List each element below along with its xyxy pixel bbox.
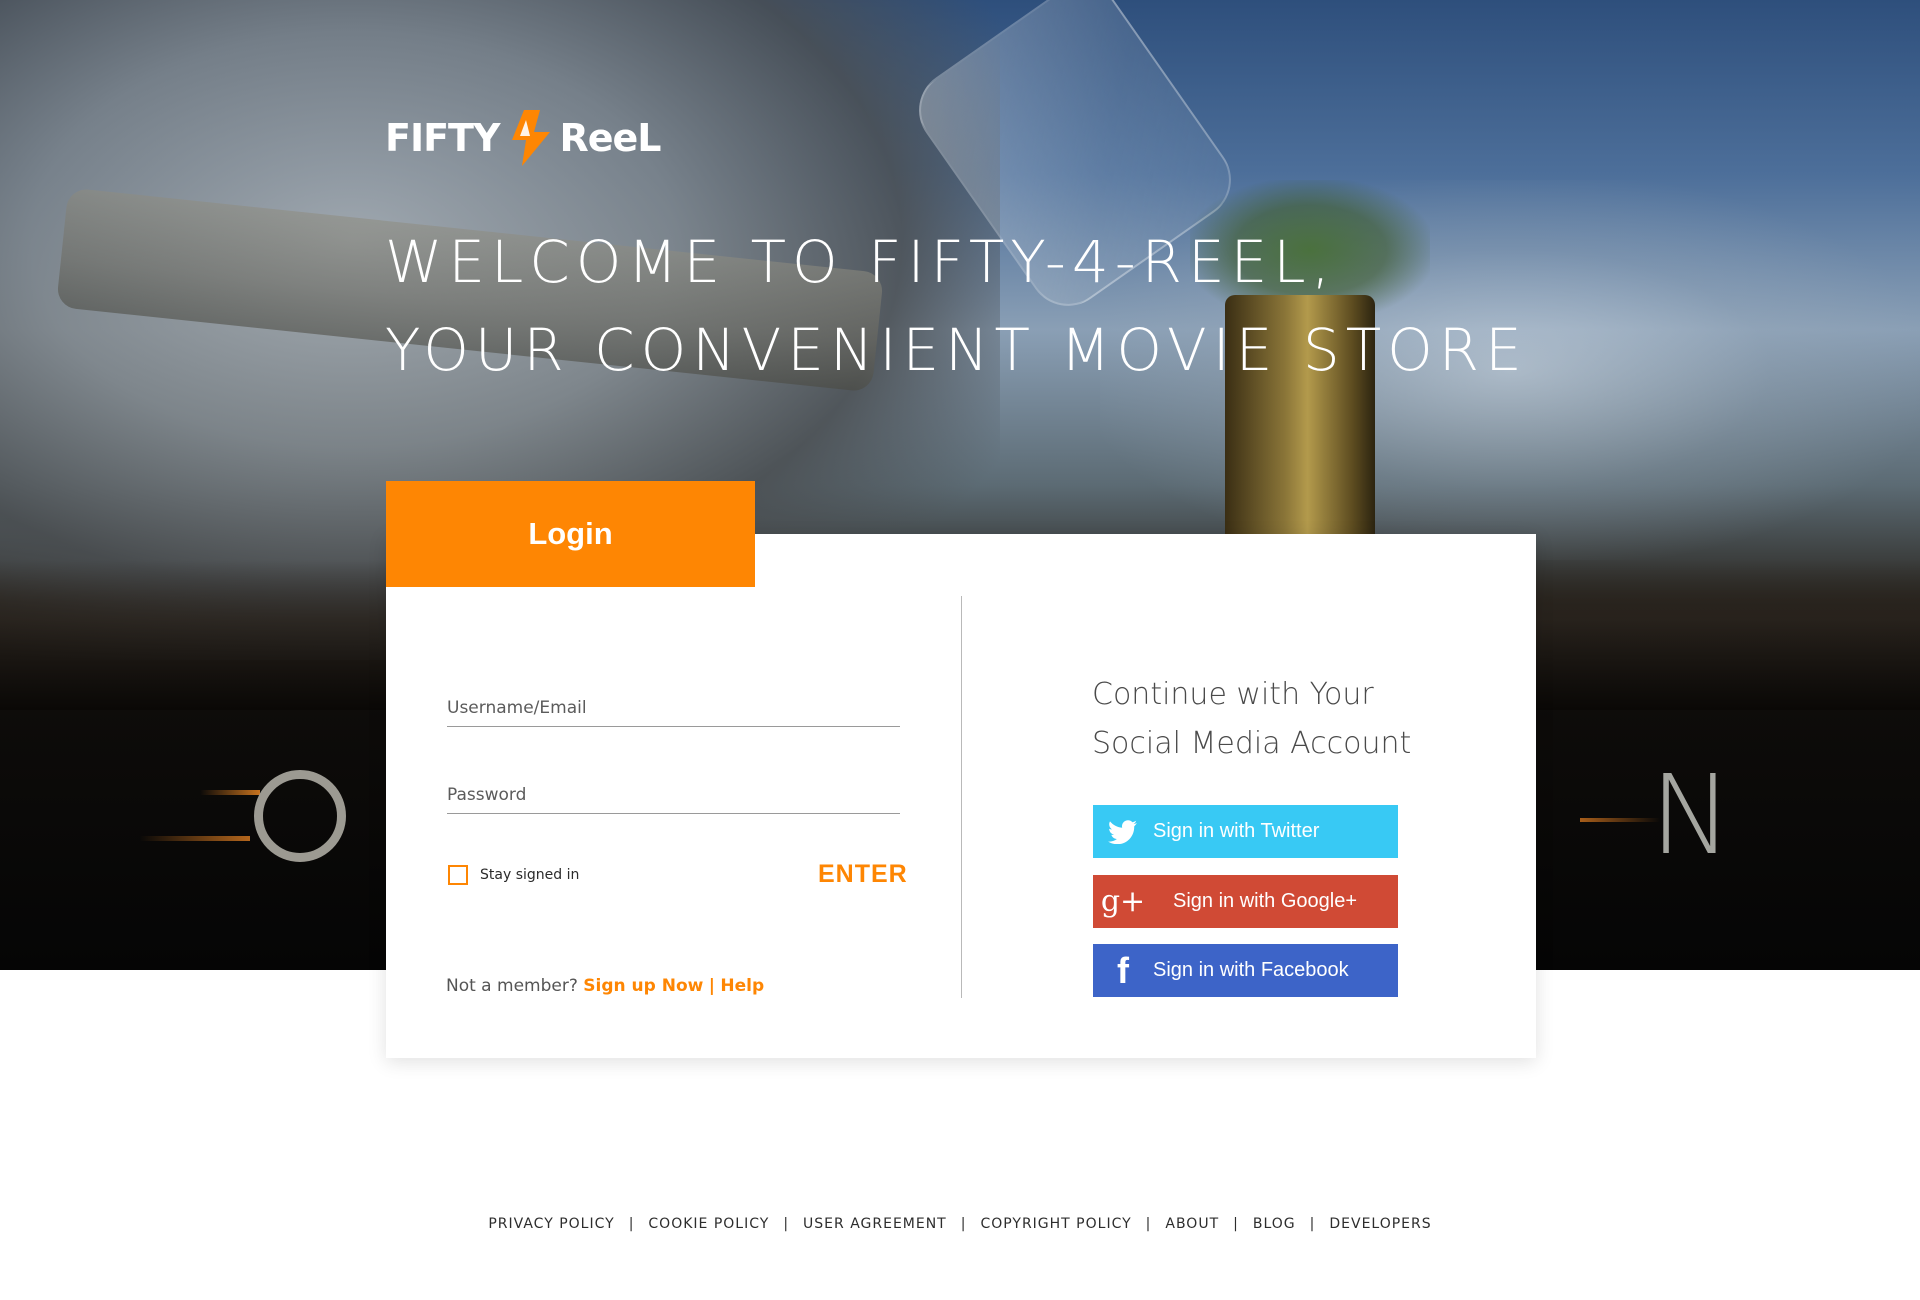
link-separator: |	[708, 976, 715, 996]
footer-link-cookie-policy[interactable]: COOKIE POLICY	[648, 1216, 769, 1232]
footer-separator: |	[628, 1216, 635, 1232]
password-input[interactable]	[447, 779, 900, 813]
footer-separator: |	[960, 1216, 967, 1232]
social-heading-line-2: Social Media Account	[1092, 726, 1412, 761]
headline-line-2: YOUR CONVENIENT MOVIE STORE	[385, 316, 1528, 384]
footer-separator: |	[783, 1216, 790, 1232]
facebook-signin-label: Sign in with Facebook	[1153, 959, 1349, 981]
welcome-headline: WELCOME TO FIFTY-4-REEL, YOUR CONVENIENT…	[385, 218, 1528, 394]
username-input[interactable]	[447, 692, 900, 726]
stay-signed-in[interactable]: Stay signed in	[448, 865, 579, 885]
twitter-bird-icon	[1093, 819, 1153, 844]
signup-prompt: Not a member? Sign up Now | Help	[446, 976, 764, 996]
username-field[interactable]	[447, 692, 900, 727]
enter-button[interactable]: ENTER	[818, 860, 908, 889]
footer-separator: |	[1145, 1216, 1152, 1232]
tab-login[interactable]: Login	[386, 481, 755, 587]
not-member-text: Not a member?	[446, 976, 578, 996]
google-plus-icon: g+	[1100, 884, 1146, 919]
card-divider	[961, 596, 962, 998]
twitter-signin-button[interactable]: Sign in with Twitter	[1093, 805, 1398, 858]
hero-light-streak	[140, 836, 250, 841]
google-signin-label: Sign in with Google+	[1173, 890, 1358, 912]
twitter-signin-label: Sign in with Twitter	[1153, 820, 1320, 842]
stay-signed-in-checkbox[interactable]	[448, 865, 468, 885]
hero-title-letter-o	[254, 770, 346, 862]
footer-link-user-agreement[interactable]: USER AGREEMENT	[803, 1216, 947, 1232]
social-heading-line-1: Continue with Your	[1092, 677, 1374, 712]
signup-link[interactable]: Sign up Now	[583, 976, 703, 996]
logo-four-icon	[506, 110, 554, 166]
headline-line-1: WELCOME TO FIFTY-4-REEL,	[385, 228, 1336, 296]
facebook-signin-button[interactable]: f Sign in with Facebook	[1093, 944, 1398, 997]
footer-link-about[interactable]: ABOUT	[1165, 1216, 1219, 1232]
hero-title-letter-n: N	[1650, 751, 1733, 879]
footer-link-privacy-policy[interactable]: PRIVACY POLICY	[488, 1216, 614, 1232]
footer-separator: |	[1233, 1216, 1239, 1232]
help-link[interactable]: Help	[720, 976, 764, 996]
brand-logo[interactable]: FIFTY ReeL	[385, 110, 662, 166]
google-signin-button[interactable]: g+ Sign in with Google+	[1093, 875, 1398, 928]
facebook-f-icon: f	[1117, 949, 1129, 991]
footer-separator: |	[1309, 1216, 1316, 1232]
footer-link-developers[interactable]: DEVELOPERS	[1329, 1216, 1431, 1232]
footer-link-copyright-policy[interactable]: COPYRIGHT POLICY	[980, 1216, 1131, 1232]
footer-links: PRIVACY POLICY | COOKIE POLICY | USER AG…	[0, 1216, 1920, 1232]
footer-link-blog[interactable]: BLOG	[1253, 1216, 1296, 1232]
logo-text-fifty: FIFTY	[385, 116, 500, 160]
stay-signed-in-label: Stay signed in	[480, 867, 580, 883]
password-field[interactable]	[447, 779, 900, 814]
hero-light-streak	[1580, 818, 1660, 822]
social-heading: Continue with Your Social Media Account	[1092, 670, 1411, 768]
hero-light-streak	[200, 790, 260, 795]
logo-text-reel: ReeL	[559, 116, 662, 160]
